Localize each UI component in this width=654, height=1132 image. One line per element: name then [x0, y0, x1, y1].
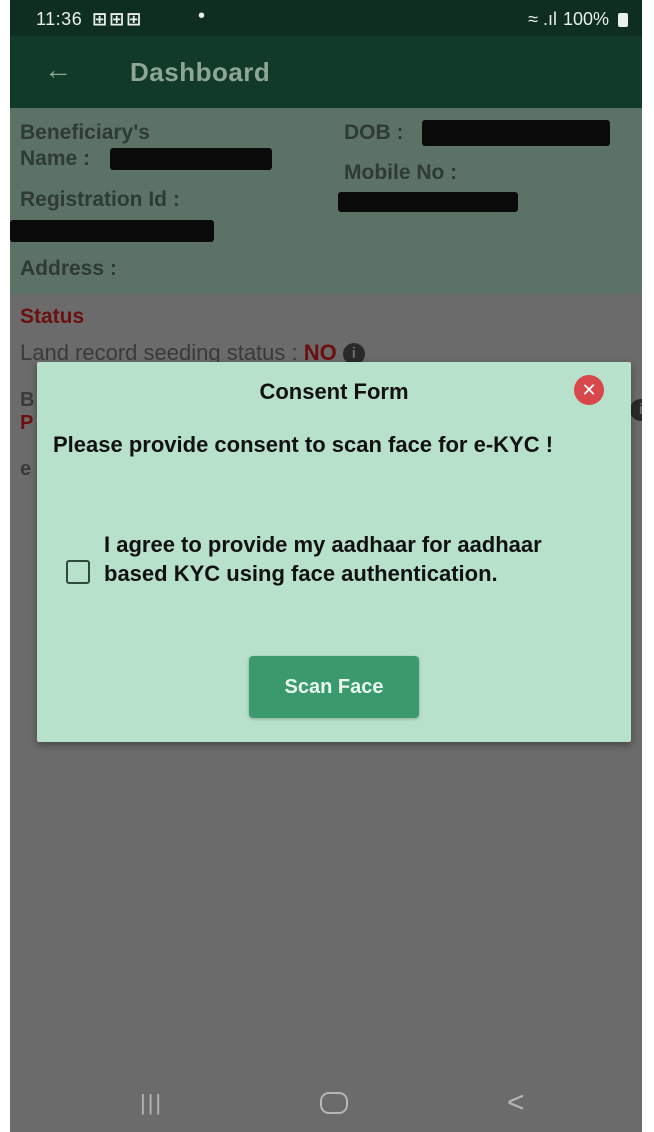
status-time: 11:36 [36, 9, 83, 29]
system-nav-bar: ||| < [10, 1076, 642, 1132]
redacted-dob [422, 120, 610, 146]
close-icon[interactable]: ✕ [574, 375, 604, 405]
redacted-mobile [338, 192, 518, 212]
info-icon-right[interactable]: i [630, 399, 642, 421]
status-heading: Status [20, 305, 85, 328]
phone-screen: 11:36 ⊞⊞⊞ • ≈ .ıl 100% ← Dashboard Benef… [10, 0, 642, 1132]
consent-agree-text[interactable]: I agree to provide my aadhaar for aadhaa… [104, 530, 604, 588]
consent-form-dialog: Consent Form ✕ Please provide consent to… [37, 362, 631, 742]
partial-text-b: B [20, 389, 35, 411]
status-bar: 11:36 ⊞⊞⊞ • ≈ .ıl 100% [10, 0, 642, 36]
nav-back-icon[interactable]: < [507, 1086, 525, 1120]
redacted-registration [10, 220, 214, 242]
name-label-line1: Beneficiary's [20, 121, 150, 144]
partial-text-e: e [20, 458, 32, 480]
address-label: Address : [20, 257, 117, 280]
wifi-signal-icon: ≈ .ıl [528, 9, 557, 29]
scan-face-button[interactable]: Scan Face [249, 656, 419, 718]
battery-level: 100% [562, 9, 609, 29]
page-title: Dashboard [130, 57, 271, 87]
beneficiary-info-card: Beneficiary's Name : DOB : Mobile No : R… [10, 108, 642, 294]
notification-icons: ⊞⊞⊞ [92, 9, 144, 29]
battery-icon [618, 12, 628, 27]
partial-text-p: P [20, 412, 34, 434]
dialog-title: Consent Form [259, 379, 409, 404]
consent-message: Please provide consent to scan face for … [53, 432, 554, 457]
status-right: ≈ .ıl 100% [528, 9, 628, 30]
consent-checkbox[interactable] [66, 560, 90, 584]
notification-dot-icon: • [198, 5, 206, 27]
redacted-name [110, 148, 272, 170]
app-bar: ← Dashboard [10, 36, 642, 108]
mobile-label: Mobile No : [344, 161, 458, 184]
registration-label: Registration Id : [20, 188, 180, 211]
name-label-line2: Name : [20, 147, 91, 170]
back-arrow-icon[interactable]: ← [44, 54, 72, 86]
home-icon[interactable] [320, 1092, 348, 1114]
recent-apps-icon[interactable]: ||| [140, 1090, 163, 1116]
dob-label: DOB : [344, 121, 404, 144]
